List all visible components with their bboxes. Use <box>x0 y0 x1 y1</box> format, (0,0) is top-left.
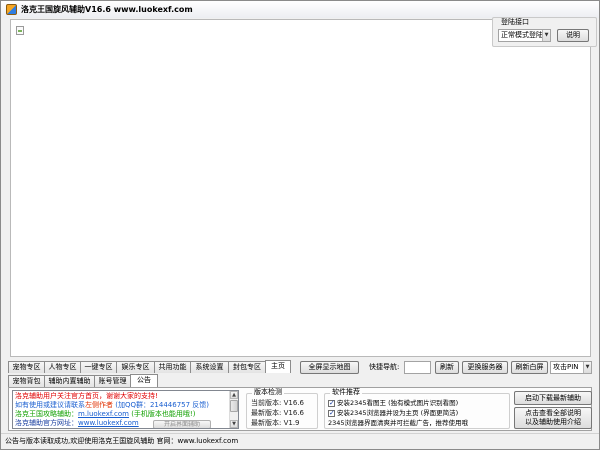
login-help-button[interactable]: 说明 <box>557 29 589 42</box>
quick-nav-label: 快捷导航: <box>369 363 400 371</box>
chevron-down-icon[interactable]: ▼ <box>542 30 550 41</box>
function-tabs: 宠物专区 人物专区 一键专区 娱乐专区 共用功能 系统设置 封包专区 主页 <box>8 360 291 373</box>
recommend-item[interactable]: 安装2345浏览器并设为主页 (界面更简洁) <box>328 409 458 418</box>
mobile-site-link[interactable]: m.luokexf.com <box>78 410 129 418</box>
notice-line: 洛克王国攻略辅助：m.luokexf.com (手机版本也能用哦!) <box>15 410 195 419</box>
version-group-label: 版本检测 <box>252 388 284 397</box>
change-server-button[interactable]: 更换服务器 <box>462 361 508 374</box>
notice-line: 如有使用或建议请联系左侧作者 (加QQ群：214446757 反馈) <box>15 401 209 410</box>
tab-pet-bag[interactable]: 宠物背包 <box>8 375 45 387</box>
pin-select-value: 攻击PIN <box>553 363 579 371</box>
notice-text: 洛克辅助官方网址： <box>15 419 78 427</box>
app-window: 洛克王国旋风辅助V16.6 www.luokexf.com 登陆接口 正常模式登… <box>0 0 600 450</box>
recommend-item-label: 安装2345浏览器并设为主页 (界面更简洁) <box>337 409 459 417</box>
scrollbar-thumb[interactable] <box>230 400 238 412</box>
login-interface-group: 登陆接口 正常模式登陆 ▼ 说明 <box>492 17 597 47</box>
tab-character-zone[interactable]: 人物专区 <box>44 361 81 373</box>
recommend-item-label: 安装2345看图王 (独有模式图片识别看图) <box>337 399 459 407</box>
guide-button-line2: 以及辅助使用介绍 <box>525 418 581 426</box>
scroll-down-icon[interactable]: ▼ <box>230 420 238 428</box>
status-text: 公告与版本读取成功,欢迎使用洛克王国旋风辅助 官网：www.luokexf.co… <box>5 437 239 445</box>
guide-button-line1: 点击查看全部说明 <box>525 409 581 417</box>
chevron-down-icon[interactable]: ▼ <box>583 362 591 373</box>
notice-text: (加QQ群：214446757 反馈) <box>113 401 210 409</box>
recommend-group-label: 软件推荐 <box>330 388 362 397</box>
tab-entertainment-zone[interactable]: 娱乐专区 <box>116 361 155 373</box>
tab-packet-zone[interactable]: 封包专区 <box>228 361 266 373</box>
info-tabs: 宠物背包 辅助内置辅助 账号管理 公告 <box>8 374 158 387</box>
tab-account-manage[interactable]: 账号管理 <box>94 375 131 387</box>
scroll-up-icon[interactable]: ▲ <box>230 391 238 399</box>
title-bar[interactable]: 洛克王国旋风辅助V16.6 www.luokexf.com <box>1 1 599 18</box>
open-assist-button[interactable]: 开启界面辅助 <box>153 420 211 428</box>
software-recommend-group: 软件推荐 安装2345看图王 (独有模式图片识别看图) 安装2345浏览器并设为… <box>324 388 510 429</box>
broken-image-icon <box>16 26 24 35</box>
announcement-panel: 洛克辅助用户关注官方首页，谢谢大家的支持! 如有使用或建议请联系左侧作者 (加Q… <box>8 387 592 431</box>
announcement-scrollbar[interactable]: ▲ ▼ <box>229 391 238 428</box>
notice-text: 洛克辅助用户关注官方首页，谢谢大家的支持! <box>15 392 158 400</box>
notice-line: 洛克辅助官方网址：www.luokexf.com <box>15 419 139 428</box>
official-site-link[interactable]: www.luokexf.com <box>78 419 139 427</box>
login-mode-value: 正常模式登陆 <box>501 31 543 39</box>
tab-builtin-assist[interactable]: 辅助内置辅助 <box>44 375 95 387</box>
notice-text: 如有使用或建议请联系 <box>15 401 85 409</box>
recommend-item[interactable]: 安装2345看图王 (独有模式图片识别看图) <box>328 399 458 408</box>
quick-nav-input[interactable] <box>404 361 431 374</box>
install-viewer-checkbox[interactable] <box>328 399 335 407</box>
notice-line: 洛克辅助用户关注官方首页，谢谢大家的支持! <box>15 392 158 401</box>
latest-version: 最新版本: V16.6 <box>251 409 304 417</box>
tab-system-settings[interactable]: 系统设置 <box>190 361 229 373</box>
view-guide-button[interactable]: 点击查看全部说明 以及辅助使用介绍 <box>514 407 592 429</box>
login-group-label: 登陆接口 <box>499 18 531 27</box>
notice-text: (手机版本也能用哦!) <box>128 410 196 418</box>
notice-text: 洛克王国攻略辅助： <box>15 410 78 418</box>
refresh-white-screen-button[interactable]: 刷新白屏 <box>511 361 548 374</box>
status-bar: 公告与版本读取成功,欢迎使用洛克王国旋风辅助 官网：www.luokexf.co… <box>1 433 599 449</box>
tab-pet-zone[interactable]: 宠物专区 <box>8 361 45 373</box>
tab-home[interactable]: 主页 <box>265 360 291 373</box>
pin-select[interactable]: 攻击PIN ▼ <box>550 361 592 374</box>
fullscreen-map-button[interactable]: 全屏显示地图 <box>300 361 359 374</box>
announcement-box[interactable]: 洛克辅助用户关注官方首页，谢谢大家的支持! 如有使用或建议请联系左侧作者 (加Q… <box>12 390 239 429</box>
recommend-note: 2345浏览器界面清爽并可拦截广告，推荐使用哦 <box>328 419 469 427</box>
embedded-browser-panel[interactable] <box>10 19 591 357</box>
latest-version-2: 最新版本: V1.9 <box>251 419 300 427</box>
window-title: 洛克王国旋风辅助V16.6 www.luokexf.com <box>21 5 193 14</box>
download-latest-button[interactable]: 启动下载最新辅助 <box>514 391 592 405</box>
version-check-group: 版本检测 当前版本: V16.6 最新版本: V16.6 最新版本: V1.9 <box>246 388 318 429</box>
app-icon <box>6 4 17 15</box>
tab-announcement[interactable]: 公告 <box>130 374 158 387</box>
refresh-button[interactable]: 刷新 <box>435 361 459 374</box>
tab-common-functions[interactable]: 共用功能 <box>154 361 191 373</box>
tab-one-click-zone[interactable]: 一键专区 <box>80 361 117 373</box>
notice-author-text: 左侧作者 <box>85 401 113 409</box>
current-version: 当前版本: V16.6 <box>251 399 304 407</box>
login-mode-select[interactable]: 正常模式登陆 ▼ <box>498 29 551 42</box>
install-browser-checkbox[interactable] <box>328 409 335 417</box>
